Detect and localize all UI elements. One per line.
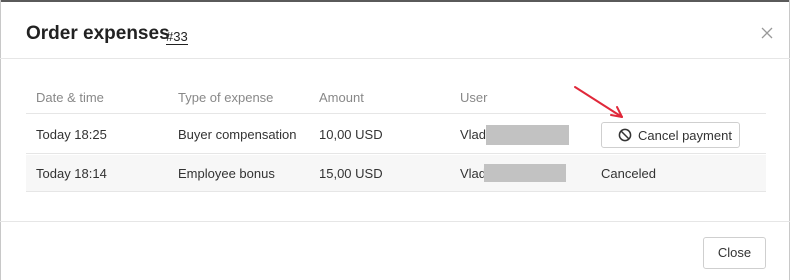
- column-header-user: User: [460, 90, 488, 105]
- close-button[interactable]: Close: [703, 237, 766, 269]
- table-row: Today 18:25 Buyer compensation 10,00 USD…: [26, 115, 766, 154]
- row-user: Vladi: [460, 127, 489, 142]
- row-expense-type: Buyer compensation: [178, 127, 297, 142]
- row-datetime: Today 18:25: [36, 127, 107, 142]
- column-header-amount: Amount: [319, 90, 364, 105]
- annotation-arrow: [574, 86, 623, 118]
- redacted-user-name: [484, 164, 566, 182]
- row-datetime: Today 18:14: [36, 166, 107, 181]
- cancel-payment-button[interactable]: Cancel payment: [601, 122, 740, 148]
- column-header-datetime: Date & time: [36, 90, 104, 105]
- cancel-payment-label: Cancel payment: [638, 128, 732, 143]
- table-row: Today 18:14 Employee bonus 15,00 USD Vla…: [26, 155, 766, 192]
- order-number-link[interactable]: #33: [166, 30, 188, 45]
- modal-footer: Close: [0, 221, 790, 280]
- order-expenses-modal: Order expenses #33 Date & time Type of e…: [0, 2, 790, 280]
- column-header-type: Type of expense: [178, 90, 274, 105]
- row-user: Vlad: [460, 166, 487, 181]
- redacted-user-name: [486, 125, 569, 145]
- row-amount: 15,00 USD: [319, 166, 383, 181]
- modal-header: Order expenses #33: [0, 2, 790, 59]
- row-expense-type: Employee bonus: [178, 166, 275, 181]
- row-amount: 10,00 USD: [319, 127, 383, 142]
- close-icon[interactable]: [760, 26, 774, 40]
- table-header-row: Date & time Type of expense Amount User: [26, 82, 766, 114]
- status-canceled: Canceled: [601, 166, 656, 181]
- ban-icon: [618, 128, 632, 142]
- modal-title: Order expenses: [26, 23, 170, 44]
